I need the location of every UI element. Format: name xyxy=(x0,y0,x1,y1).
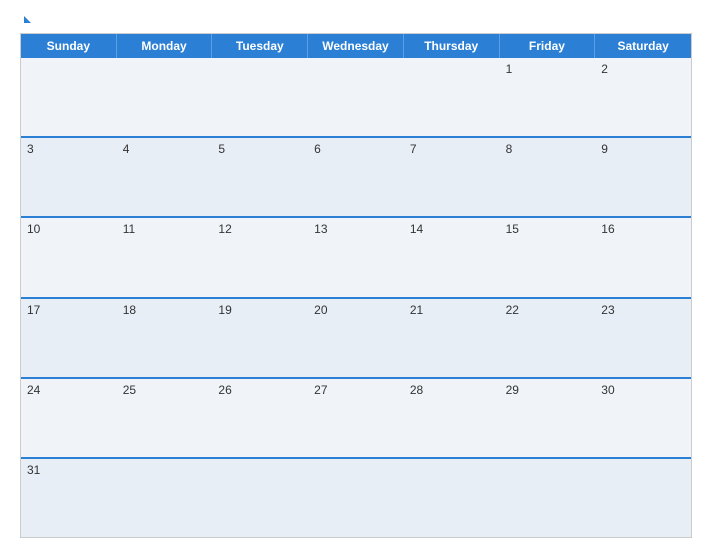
day-header-thursday: Thursday xyxy=(404,34,500,58)
day-number: 1 xyxy=(506,62,513,76)
day-number: 25 xyxy=(123,383,136,397)
day-header-tuesday: Tuesday xyxy=(212,34,308,58)
calendar-cell: 21 xyxy=(404,299,500,377)
calendar-cell: 6 xyxy=(308,138,404,216)
calendar-cell: 29 xyxy=(500,379,596,457)
calendar-week-4: 17 18 19 20 21 22 23 xyxy=(21,297,691,377)
calendar-cell xyxy=(212,58,308,136)
day-header-sunday: Sunday xyxy=(21,34,117,58)
calendar-cell xyxy=(308,58,404,136)
day-number: 3 xyxy=(27,142,34,156)
logo-blue-text xyxy=(20,16,31,23)
calendar-cell: 1 xyxy=(500,58,596,136)
calendar-cell: 22 xyxy=(500,299,596,377)
calendar-cell: 3 xyxy=(21,138,117,216)
calendar-cell: 20 xyxy=(308,299,404,377)
day-number: 5 xyxy=(218,142,225,156)
calendar-week-1: 12 xyxy=(21,58,691,136)
day-number: 13 xyxy=(314,222,327,236)
day-number: 17 xyxy=(27,303,40,317)
day-number: 15 xyxy=(506,222,519,236)
calendar-cell: 17 xyxy=(21,299,117,377)
day-number: 6 xyxy=(314,142,321,156)
calendar-cell: 4 xyxy=(117,138,213,216)
day-number: 14 xyxy=(410,222,423,236)
day-number: 28 xyxy=(410,383,423,397)
calendar-cell: 14 xyxy=(404,218,500,296)
calendar-cell: 26 xyxy=(212,379,308,457)
header xyxy=(20,16,692,23)
calendar-cell xyxy=(21,58,117,136)
calendar-cell: 18 xyxy=(117,299,213,377)
calendar-cell xyxy=(404,459,500,537)
day-number: 29 xyxy=(506,383,519,397)
day-header-friday: Friday xyxy=(500,34,596,58)
calendar-cell: 7 xyxy=(404,138,500,216)
calendar-cell: 27 xyxy=(308,379,404,457)
calendar-cell: 31 xyxy=(21,459,117,537)
day-number: 21 xyxy=(410,303,423,317)
day-number: 19 xyxy=(218,303,231,317)
calendar-cell xyxy=(117,58,213,136)
calendar-cell: 11 xyxy=(117,218,213,296)
calendar-week-2: 3 4 5 6 7 8 9 xyxy=(21,136,691,216)
calendar-cell: 19 xyxy=(212,299,308,377)
calendar-cell xyxy=(500,459,596,537)
day-number: 11 xyxy=(123,222,135,236)
day-header-saturday: Saturday xyxy=(595,34,691,58)
day-number: 7 xyxy=(410,142,417,156)
calendar-cell: 15 xyxy=(500,218,596,296)
calendar-cell: 16 xyxy=(595,218,691,296)
calendar-cell xyxy=(117,459,213,537)
calendar-week-5: 24 25 26 27 28 29 30 xyxy=(21,377,691,457)
calendar-header-row: SundayMondayTuesdayWednesdayThursdayFrid… xyxy=(21,34,691,58)
calendar-week-6: 31 xyxy=(21,457,691,537)
calendar-cell: 24 xyxy=(21,379,117,457)
day-number: 22 xyxy=(506,303,519,317)
day-number: 8 xyxy=(506,142,513,156)
calendar-cell: 30 xyxy=(595,379,691,457)
calendar-cell: 25 xyxy=(117,379,213,457)
calendar-cell xyxy=(308,459,404,537)
calendar-cell: 5 xyxy=(212,138,308,216)
calendar-cell xyxy=(404,58,500,136)
logo xyxy=(20,16,31,23)
day-number: 31 xyxy=(27,463,40,477)
day-number: 4 xyxy=(123,142,130,156)
logo-triangle-icon xyxy=(24,16,31,23)
day-number: 12 xyxy=(218,222,231,236)
calendar-page: SundayMondayTuesdayWednesdayThursdayFrid… xyxy=(0,0,712,550)
calendar-cell: 28 xyxy=(404,379,500,457)
calendar-cell: 12 xyxy=(212,218,308,296)
day-number: 16 xyxy=(601,222,614,236)
day-number: 20 xyxy=(314,303,327,317)
day-number: 9 xyxy=(601,142,608,156)
day-header-monday: Monday xyxy=(117,34,213,58)
calendar-cell: 9 xyxy=(595,138,691,216)
day-number: 26 xyxy=(218,383,231,397)
day-number: 27 xyxy=(314,383,327,397)
calendar-cell xyxy=(595,459,691,537)
calendar-cell: 10 xyxy=(21,218,117,296)
day-number: 30 xyxy=(601,383,614,397)
calendar-grid: SundayMondayTuesdayWednesdayThursdayFrid… xyxy=(20,33,692,538)
day-number: 2 xyxy=(601,62,608,76)
calendar-cell: 13 xyxy=(308,218,404,296)
calendar-week-3: 10 11 12 13 14 15 16 xyxy=(21,216,691,296)
day-number: 23 xyxy=(601,303,614,317)
calendar-body: 1234567891011121314151617181920212223242… xyxy=(21,58,691,537)
calendar-cell: 2 xyxy=(595,58,691,136)
calendar-cell xyxy=(212,459,308,537)
day-number: 24 xyxy=(27,383,40,397)
calendar-cell: 23 xyxy=(595,299,691,377)
day-header-wednesday: Wednesday xyxy=(308,34,404,58)
calendar-cell: 8 xyxy=(500,138,596,216)
day-number: 18 xyxy=(123,303,136,317)
day-number: 10 xyxy=(27,222,40,236)
